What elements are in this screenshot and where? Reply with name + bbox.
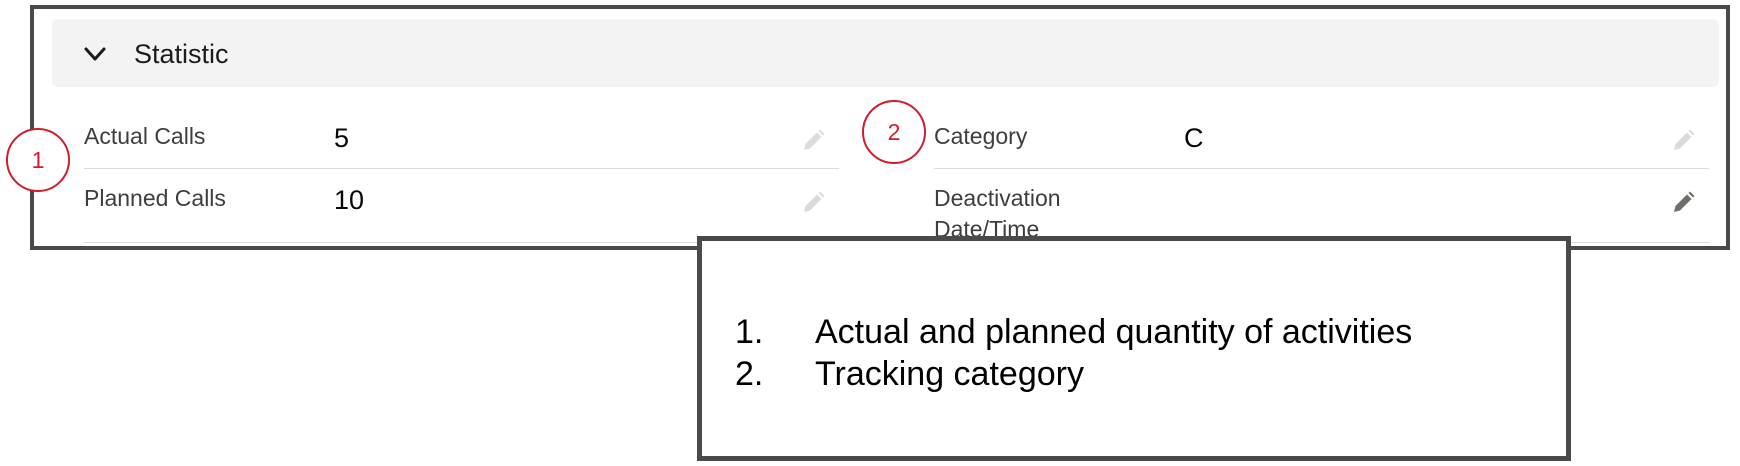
callout-marker-1: 1 bbox=[6, 128, 70, 192]
annotation-legend-box: 1. Actual and planned quantity of activit… bbox=[697, 236, 1571, 461]
field-actual-calls: Actual Calls 5 bbox=[84, 109, 839, 169]
field-deactivation-date-time: Deactivation Date/Time bbox=[934, 171, 1709, 243]
pencil-icon bbox=[804, 129, 825, 150]
callout-marker-2: 2 bbox=[862, 100, 926, 164]
pencil-icon bbox=[804, 191, 825, 212]
edit-pencil-icon[interactable] bbox=[1669, 189, 1697, 217]
category-value: C bbox=[1184, 123, 1204, 153]
statistic-section-header[interactable]: Statistic bbox=[52, 19, 1719, 87]
deactivation-label-line1: Deactivation bbox=[934, 185, 1061, 211]
planned-calls-label: Planned Calls bbox=[84, 185, 226, 211]
planned-calls-value: 10 bbox=[334, 185, 365, 215]
legend-item: 1. Actual and planned quantity of activit… bbox=[735, 311, 1412, 353]
legend-item: 2. Tracking category bbox=[735, 353, 1412, 395]
pencil-icon bbox=[1674, 129, 1695, 150]
field-category: Category C bbox=[934, 109, 1709, 169]
field-planned-calls: Planned Calls 10 bbox=[84, 171, 839, 243]
legend-item-text: Tracking category bbox=[815, 355, 1084, 393]
legend-item-text: Actual and planned quantity of activitie… bbox=[815, 313, 1413, 351]
field-divider bbox=[84, 168, 839, 169]
category-label: Category bbox=[934, 123, 1028, 149]
legend-list: 1. Actual and planned quantity of activit… bbox=[735, 311, 1412, 395]
chevron-down-icon[interactable] bbox=[82, 41, 108, 67]
actual-calls-label: Actual Calls bbox=[84, 123, 206, 149]
section-title: Statistic bbox=[134, 39, 229, 69]
actual-calls-value: 5 bbox=[334, 123, 350, 153]
legend-item-number: 1. bbox=[735, 313, 764, 351]
legend-item-number: 2. bbox=[735, 355, 764, 393]
field-divider bbox=[934, 168, 1709, 169]
